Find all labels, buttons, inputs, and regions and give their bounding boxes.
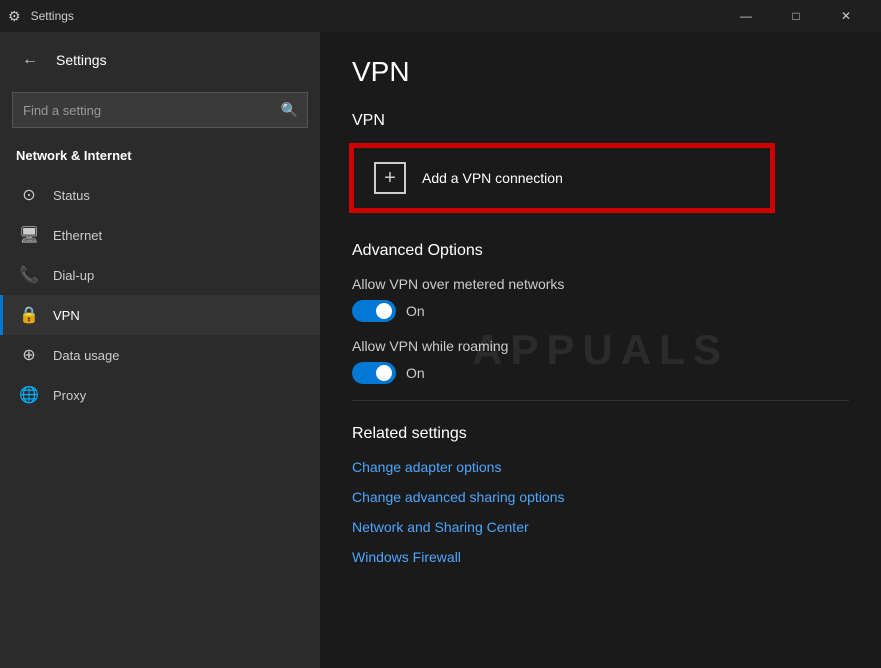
ethernet-icon: 🖥 — [19, 225, 39, 245]
sidebar-item-vpn-label: VPN — [53, 308, 80, 323]
sidebar-item-proxy[interactable]: 🌐 Proxy — [0, 375, 320, 415]
app-container: ← Settings 🔍 Network & Internet ⊙ Status… — [0, 32, 881, 668]
dialup-icon: 📞 — [19, 265, 39, 285]
back-button[interactable]: ← — [16, 46, 44, 74]
change-adapter-link[interactable]: Change adapter options — [352, 459, 849, 475]
sidebar-section-title: Network & Internet — [0, 140, 320, 175]
sidebar-item-dialup-label: Dial-up — [53, 268, 94, 283]
title-bar: ⚙ Settings — □ ✕ — [0, 0, 881, 32]
vpn-roaming-toggle-row: Allow VPN while roaming On — [352, 338, 849, 384]
title-bar-left: ⚙ Settings — [8, 8, 74, 25]
windows-firewall-link[interactable]: Windows Firewall — [352, 549, 849, 565]
plus-icon: + — [374, 162, 406, 194]
proxy-icon: 🌐 — [19, 385, 39, 405]
sidebar: ← Settings 🔍 Network & Internet ⊙ Status… — [0, 32, 320, 668]
maximize-button[interactable]: □ — [773, 0, 819, 32]
vpn-roaming-toggle-container: On — [352, 362, 849, 384]
main-panel: APPUALS VPN VPN + Add a VPN connection A… — [320, 32, 881, 668]
search-icon: 🔍 — [281, 102, 298, 119]
vpn-metered-toggle[interactable] — [352, 300, 396, 322]
add-vpn-button[interactable]: + Add a VPN connection — [352, 146, 772, 210]
vpn-metered-toggle-row: Allow VPN over metered networks On — [352, 276, 849, 322]
divider — [352, 400, 849, 401]
vpn-section-label: VPN — [352, 112, 849, 130]
vpn-metered-label: Allow VPN over metered networks — [352, 276, 849, 292]
status-icon: ⊙ — [19, 185, 39, 205]
vpn-metered-state-text: On — [406, 303, 425, 319]
sidebar-header: ← Settings — [0, 32, 320, 88]
vpn-roaming-label: Allow VPN while roaming — [352, 338, 849, 354]
settings-icon: ⚙ — [8, 8, 21, 25]
vpn-roaming-toggle[interactable] — [352, 362, 396, 384]
vpn-roaming-state-text: On — [406, 365, 425, 381]
title-bar-title: Settings — [31, 9, 74, 23]
sidebar-item-data-usage[interactable]: ⊕ Data usage — [0, 335, 320, 375]
network-sharing-center-link[interactable]: Network and Sharing Center — [352, 519, 849, 535]
data-usage-icon: ⊕ — [19, 345, 39, 365]
sidebar-item-data-usage-label: Data usage — [53, 348, 120, 363]
search-input[interactable] — [12, 92, 308, 128]
sidebar-item-ethernet[interactable]: 🖥 Ethernet — [0, 215, 320, 255]
sidebar-item-status[interactable]: ⊙ Status — [0, 175, 320, 215]
vpn-metered-toggle-container: On — [352, 300, 849, 322]
change-sharing-link[interactable]: Change advanced sharing options — [352, 489, 849, 505]
page-title: VPN — [352, 56, 849, 88]
add-vpn-label: Add a VPN connection — [422, 170, 563, 186]
title-bar-controls: — □ ✕ — [723, 0, 869, 32]
sidebar-item-status-label: Status — [53, 188, 90, 203]
advanced-section-title: Advanced Options — [352, 242, 849, 260]
sidebar-item-dialup[interactable]: 📞 Dial-up — [0, 255, 320, 295]
related-section-title: Related settings — [352, 425, 849, 443]
minimize-button[interactable]: — — [723, 0, 769, 32]
sidebar-item-vpn[interactable]: 🔒 VPN — [0, 295, 320, 335]
search-box: 🔍 — [12, 92, 308, 128]
vpn-metered-slider — [352, 300, 396, 322]
vpn-roaming-slider — [352, 362, 396, 384]
sidebar-item-proxy-label: Proxy — [53, 388, 86, 403]
sidebar-item-ethernet-label: Ethernet — [53, 228, 102, 243]
sidebar-app-title: Settings — [56, 52, 107, 68]
close-button[interactable]: ✕ — [823, 0, 869, 32]
vpn-icon: 🔒 — [19, 305, 39, 325]
